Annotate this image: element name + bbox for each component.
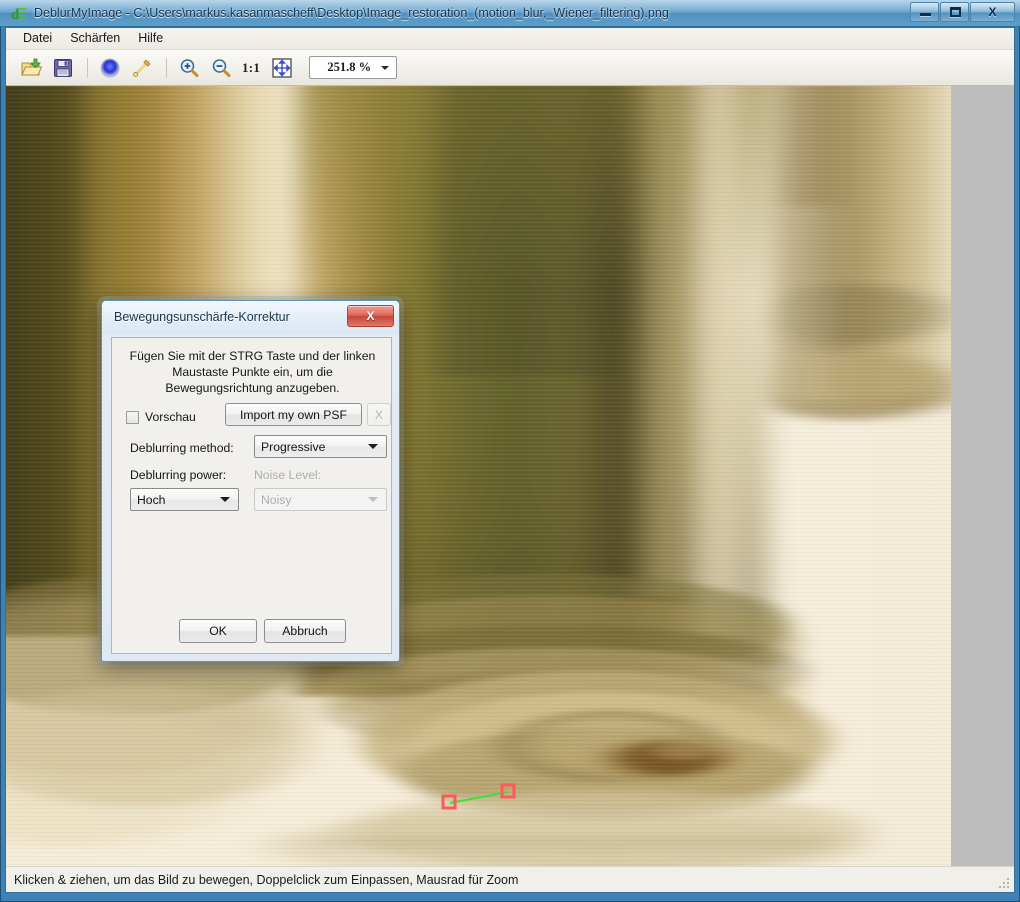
window-title: DeblurMyImage - C:\Users\markus.kasanmas…: [34, 6, 669, 20]
status-message: Klicken & ziehen, um das Bild zu bewegen…: [14, 872, 519, 887]
resize-grip-icon[interactable]: [997, 876, 1011, 890]
dialog-titlebar[interactable]: Bewegungsunschärfe-Korrektur X: [102, 301, 399, 335]
deblurring-method-label: Deblurring method:: [130, 441, 234, 455]
open-file-button[interactable]: [16, 53, 46, 83]
window-controls: X: [909, 2, 1015, 22]
floppy-disk-icon: [54, 58, 72, 77]
menubar: Datei Schärfen Hilfe: [6, 28, 1014, 50]
minimize-button[interactable]: [910, 2, 939, 22]
actual-size-button[interactable]: 1:1: [242, 60, 260, 76]
deblurring-method-combobox[interactable]: Progressive: [254, 435, 387, 458]
cancel-button[interactable]: Abbruch: [264, 619, 346, 643]
close-button[interactable]: X: [970, 2, 1015, 22]
window-titlebar[interactable]: d DeblurMyImage - C:\Users\markus.kasanm…: [0, 0, 1020, 27]
dialog-title: Bewegungsunschärfe-Korrektur: [114, 310, 290, 324]
statusbar: Klicken & ziehen, um das Bild zu bewegen…: [6, 866, 1014, 892]
noise-level-label: Noise Level:: [254, 468, 322, 482]
motion-blur-dialog: Bewegungsunschärfe-Korrektur X Fügen Sie…: [101, 300, 400, 662]
fit-to-window-button[interactable]: [267, 53, 297, 83]
zoom-in-button[interactable]: [174, 53, 204, 83]
magnifier-minus-icon: [212, 58, 231, 77]
ok-button[interactable]: OK: [179, 619, 257, 643]
svg-text:d: d: [11, 7, 20, 23]
zoom-out-button[interactable]: [206, 53, 236, 83]
chevron-down-icon: [368, 497, 378, 502]
maximize-button[interactable]: [940, 2, 969, 22]
clear-psf-button: X: [367, 403, 391, 426]
magnifier-plus-icon: [180, 58, 199, 77]
psf-direction-line: [449, 791, 509, 804]
wand-icon: [133, 58, 151, 77]
toolbar: 1:1 251.8 %: [6, 50, 1014, 86]
menu-item-schaerfen[interactable]: Schärfen: [61, 29, 129, 48]
toolbar-separator: [87, 57, 88, 78]
deblurring-power-value: Hoch: [137, 492, 166, 507]
deblurring-power-label: Deblurring power:: [130, 468, 227, 482]
noise-level-combobox: Noisy: [254, 488, 387, 511]
dialog-instruction: Fügen Sie mit der STRG Taste und der lin…: [129, 349, 376, 395]
blur-dot-icon: [100, 58, 120, 77]
deblur-button[interactable]: [95, 53, 125, 83]
client-area: Datei Schärfen Hilfe 1:1 251.8 % Bewegun…: [5, 27, 1015, 893]
chevron-down-icon: [368, 444, 378, 449]
deblurring-method-value: Progressive: [261, 439, 326, 454]
import-psf-button[interactable]: Import my own PSF: [225, 403, 362, 426]
toolbar-separator: [166, 57, 167, 78]
preview-checkbox-label: Vorschau: [145, 410, 196, 424]
close-icon: X: [988, 5, 997, 19]
preview-checkbox[interactable]: [126, 410, 139, 424]
deblurmyimage-logo-icon: d: [10, 5, 28, 23]
application-window: d DeblurMyImage - C:\Users\markus.kasanm…: [0, 0, 1020, 902]
noise-level-value: Noisy: [261, 492, 292, 507]
fit-to-window-icon: [272, 57, 292, 78]
open-folder-icon: [21, 58, 42, 75]
dialog-close-button[interactable]: X: [347, 305, 394, 327]
save-file-button[interactable]: [48, 53, 78, 83]
minimize-icon: [920, 13, 931, 16]
chevron-down-icon: [220, 497, 230, 502]
menu-item-datei[interactable]: Datei: [14, 29, 61, 48]
chevron-down-icon: [381, 66, 390, 70]
psf-point-marker: [500, 783, 516, 799]
psf-picker-button[interactable]: [127, 53, 157, 83]
zoom-level-combobox[interactable]: 251.8 %: [309, 56, 398, 79]
maximize-icon: [950, 7, 961, 17]
close-icon: X: [366, 309, 375, 323]
menu-item-hilfe[interactable]: Hilfe: [129, 29, 172, 48]
deblurring-power-combobox[interactable]: Hoch: [130, 488, 239, 511]
